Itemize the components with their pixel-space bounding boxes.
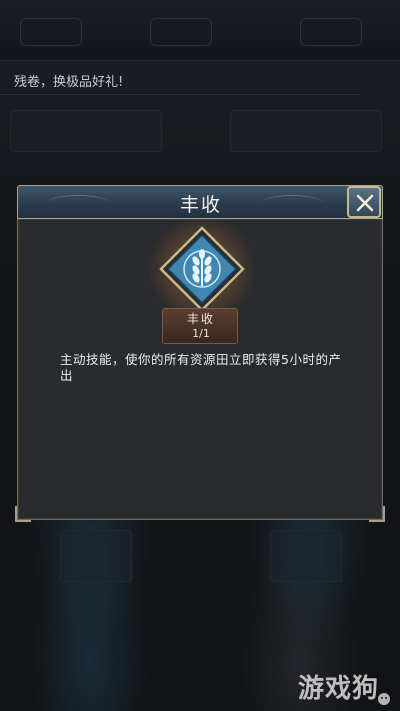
dog-logo-icon	[378, 693, 390, 705]
watermark-text: 游戏狗	[298, 674, 380, 704]
wheat-icon	[159, 226, 245, 312]
close-x-icon	[356, 194, 374, 212]
background-top-ornament-right	[300, 18, 362, 46]
background-top-bar	[0, 0, 400, 61]
skill-name: 丰收	[186, 312, 215, 326]
background-card	[10, 110, 162, 152]
background-banner: 残卷，换极品好礼!	[0, 68, 360, 94]
background-top-ornament-center	[150, 18, 212, 46]
background-card	[230, 110, 382, 152]
skill-emblem	[147, 214, 257, 324]
background-top-ornament-left	[20, 18, 82, 46]
panel-corner-ornament	[15, 506, 31, 522]
background-divider	[0, 94, 360, 95]
skill-name-plate: 丰收 1/1	[162, 308, 238, 344]
background-card	[60, 530, 132, 582]
background-card	[270, 530, 342, 582]
skill-description: 主动技能，使你的所有资源田立即获得5小时的产出	[60, 352, 342, 383]
dialog-title: 丰收	[179, 194, 222, 216]
skill-count: 1/1	[192, 327, 210, 340]
close-button[interactable]	[347, 186, 381, 218]
background-banner-text: 残卷，换极品好礼!	[14, 75, 124, 90]
panel-corner-ornament	[369, 506, 385, 522]
